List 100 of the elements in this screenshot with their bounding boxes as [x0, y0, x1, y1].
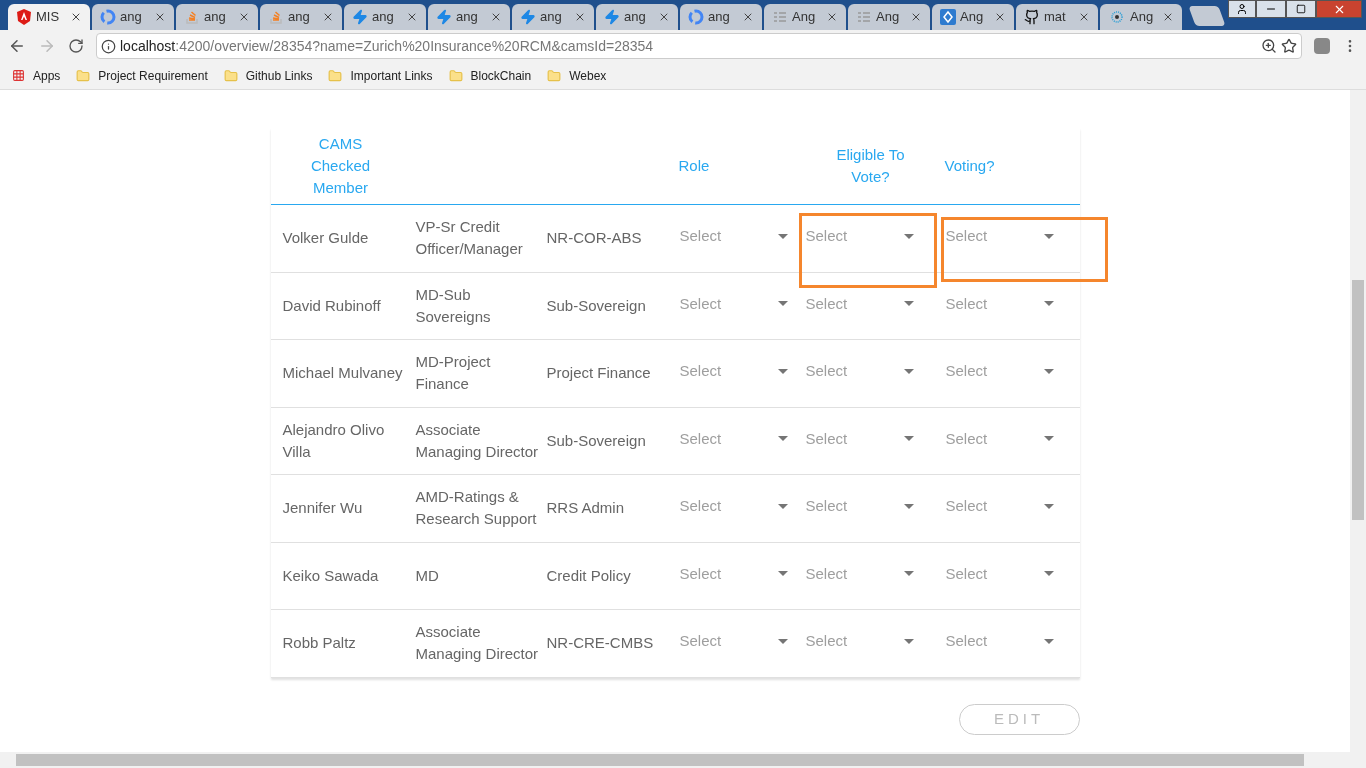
close-icon[interactable] [406, 11, 418, 23]
browser-tab[interactable]: ang [344, 4, 426, 30]
bookmark-link[interactable]: Github Links [223, 66, 313, 85]
list-icon [772, 9, 788, 25]
browser-tab[interactable]: ang [680, 4, 762, 30]
zoom-icon[interactable] [1261, 38, 1277, 54]
close-icon[interactable] [490, 11, 502, 23]
column-header: Role [677, 156, 711, 176]
bookmark-link[interactable]: Project Requirement [76, 66, 208, 85]
select-dropdown[interactable]: Select [679, 360, 792, 382]
browser-tab[interactable]: Ang [1100, 4, 1182, 30]
close-icon[interactable] [322, 11, 334, 23]
bolt-icon [352, 9, 368, 25]
select-dropdown[interactable]: Select [805, 495, 918, 517]
browser-tab[interactable]: ang [512, 4, 594, 30]
reload-icon[interactable] [68, 38, 84, 54]
bookmark-link[interactable]: Important Links [328, 66, 433, 85]
select-dropdown[interactable]: Select [945, 360, 1058, 382]
caret-icon [777, 503, 788, 509]
browser-tab[interactable]: ang [92, 4, 174, 30]
browser-tab[interactable]: MIS [8, 4, 90, 30]
select-dropdown[interactable]: Select [945, 495, 1058, 517]
tab-title: ang [708, 8, 730, 27]
select-dropdown[interactable]: Select [805, 292, 918, 315]
address-bar[interactable]: localhost:4200/overview/28354?name=Zurich%20Insurance%20RCM&camsId=28354 [96, 33, 1302, 59]
select-dropdown[interactable]: Select [945, 427, 1058, 450]
member-title: Associate Managing Director [414, 622, 540, 665]
select-dropdown[interactable]: Select [805, 630, 918, 652]
tab-title: Ang [1130, 8, 1154, 27]
back-icon[interactable] [8, 37, 26, 55]
info-icon [101, 38, 116, 54]
member-name: Alejandro Olivo Villa [281, 419, 386, 462]
star-icon[interactable] [1281, 38, 1297, 54]
close-icon[interactable] [742, 11, 754, 23]
caret-icon [1043, 301, 1054, 306]
close-icon[interactable] [574, 11, 586, 23]
browser-tab[interactable]: ang [428, 4, 510, 30]
select-dropdown[interactable]: Select [805, 562, 918, 585]
close-icon[interactable] [826, 11, 838, 23]
close-icon[interactable] [1078, 11, 1090, 23]
browser-tab[interactable]: Ang [764, 4, 846, 30]
select-dropdown[interactable]: Select [679, 630, 792, 652]
department-text: Project Finance [545, 363, 652, 384]
bookmark-link[interactable]: Apps [12, 66, 61, 85]
select-dropdown[interactable]: Select [679, 225, 792, 247]
browser-tab[interactable]: mat [1016, 4, 1098, 30]
bolt-icon [604, 9, 620, 25]
apps-icon [12, 69, 25, 82]
close-icon[interactable] [658, 11, 670, 23]
bookmark-link[interactable]: BlockChain [448, 66, 532, 85]
select-dropdown[interactable]: Select [945, 225, 1058, 247]
tab-title: Ang [792, 8, 816, 27]
horizontal-scrollbar[interactable] [0, 752, 1366, 768]
bookmark-link[interactable]: Webex [547, 66, 607, 85]
caret-icon [903, 503, 914, 509]
select-dropdown[interactable]: Select [945, 292, 1058, 315]
select-dropdown[interactable]: Select [679, 495, 792, 517]
tab-title: mat [1044, 8, 1066, 27]
list-icon [856, 9, 872, 25]
minimize-button[interactable] [1256, 0, 1286, 18]
tab-title: ang [624, 8, 646, 27]
select-dropdown[interactable]: Select [679, 562, 792, 585]
close-icon[interactable] [154, 11, 166, 23]
browser-tab[interactable]: ang [260, 4, 342, 30]
browser-tab[interactable]: Ang [848, 4, 930, 30]
close-icon[interactable] [910, 11, 922, 23]
member-title: AMD-Ratings & Research Support [414, 487, 538, 530]
member-title: MD-Sub Sovereigns [414, 284, 492, 327]
close-icon[interactable] [238, 11, 250, 23]
close-window-button[interactable] [1316, 0, 1362, 18]
close-icon[interactable] [1162, 11, 1174, 23]
new-tab-button[interactable] [1188, 6, 1226, 26]
member-name: Robb Paltz [281, 633, 357, 654]
g-logo-icon [100, 9, 116, 25]
caret-icon [1043, 436, 1054, 441]
tab-title: ang [540, 8, 562, 27]
url-text: localhost:4200/overview/28354?name=Zurich%20Insurance%20RCM&camsId=28354 [120, 36, 654, 56]
caret-icon [1043, 368, 1054, 374]
maximize-button[interactable] [1286, 0, 1316, 18]
select-dropdown[interactable]: Select [805, 225, 918, 247]
select-dropdown[interactable]: Select [945, 562, 1058, 585]
select-dropdown[interactable]: Select [805, 427, 918, 450]
select-dropdown[interactable]: Select [945, 630, 1058, 652]
tab-title: ang [288, 8, 310, 27]
octocat-icon [1024, 9, 1040, 25]
member-title: Associate Managing Director [414, 419, 540, 462]
diamond-icon [940, 9, 956, 25]
member-title: MD-Project Finance [414, 352, 492, 395]
select-dropdown[interactable]: Select [679, 292, 792, 315]
browser-tab[interactable]: ang [596, 4, 678, 30]
tab-title: MIS [36, 8, 60, 27]
select-dropdown[interactable]: Select [805, 360, 918, 382]
browser-tab[interactable]: Ang [932, 4, 1014, 30]
vertical-scrollbar[interactable] [1350, 90, 1366, 752]
browser-tab[interactable]: ang [176, 4, 258, 30]
close-icon[interactable] [994, 11, 1006, 23]
select-dropdown[interactable]: Select [679, 427, 792, 450]
profile-button[interactable] [1228, 0, 1256, 18]
department-text: Sub-Sovereign [545, 430, 647, 451]
close-icon[interactable] [70, 11, 82, 23]
